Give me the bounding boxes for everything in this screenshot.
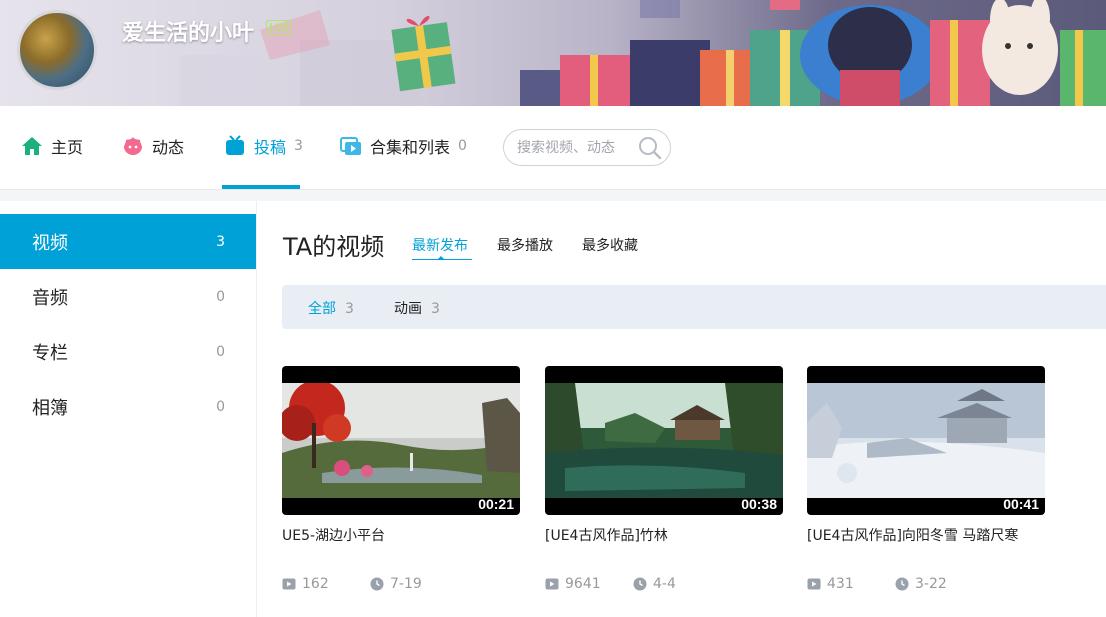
- nav-collections-count: 0: [458, 138, 467, 154]
- filter-animation[interactable]: 动画 3: [394, 298, 440, 318]
- sidebar-item-video[interactable]: 视频 3: [0, 214, 256, 269]
- play-count: 162: [282, 576, 370, 592]
- video-card: 00:21 UE5-湖边小平台 162 7-19: [282, 366, 520, 592]
- sidebar-item-count: 0: [216, 398, 225, 415]
- collection-icon: [340, 135, 362, 157]
- video-card: 00:41 [UE4古风作品]向阳冬雪 马踏尺寒 431 3-22: [807, 366, 1045, 592]
- video-duration: 00:38: [741, 496, 777, 512]
- play-count-icon: [545, 578, 559, 590]
- nav-active-indicator: [222, 185, 300, 189]
- sidebar-item-label: 相簿: [32, 397, 68, 419]
- profile-banner: 爱生活的小叶 LV2: [0, 0, 1106, 106]
- search-input[interactable]: [517, 138, 637, 158]
- publish-date: 3-22: [895, 576, 947, 592]
- publish-date: 4-4: [633, 576, 676, 592]
- filter-label: 动画: [394, 301, 422, 317]
- publish-date: 7-19: [370, 576, 422, 592]
- user-avatar[interactable]: [17, 10, 97, 90]
- play-count-icon: [282, 578, 296, 590]
- username[interactable]: 爱生活的小叶: [122, 15, 254, 47]
- sort-tab-most-favorited[interactable]: 最多收藏: [582, 235, 638, 255]
- sidebar-item-articles[interactable]: 专栏 0: [0, 324, 256, 379]
- nav-dynamic-label: 动态: [152, 138, 185, 157]
- thumbnail-image: [807, 383, 1045, 498]
- home-icon: [21, 135, 43, 157]
- sort-caret-icon: [437, 256, 445, 260]
- video-title[interactable]: [UE4古风作品]向阳冬雪 马踏尺寒: [807, 525, 1045, 545]
- publish-date-value: 7-19: [390, 576, 422, 592]
- video-duration: 00:21: [478, 496, 514, 512]
- play-count: 431: [807, 576, 895, 592]
- play-count-value: 9641: [565, 576, 601, 592]
- video-meta: 9641 4-4: [545, 576, 783, 592]
- video-card: 00:38 [UE4古风作品]竹林 9641 4-4: [545, 366, 783, 592]
- nav-uploads[interactable]: 投稿 3: [224, 132, 303, 160]
- sidebar-item-label: 专栏: [32, 342, 68, 364]
- play-count: 9641: [545, 576, 633, 592]
- publish-date-value: 4-4: [653, 576, 676, 592]
- nav-home[interactable]: 主页: [21, 132, 83, 160]
- thumbnail-image: [282, 383, 520, 498]
- nav-dynamic[interactable]: 动态: [122, 132, 184, 160]
- nav-home-label: 主页: [51, 138, 84, 157]
- section-divider: [0, 190, 1106, 201]
- filter-count: 3: [431, 301, 440, 317]
- video-title[interactable]: [UE4古风作品]竹林: [545, 525, 783, 545]
- play-count-value: 162: [302, 576, 329, 592]
- video-title[interactable]: UE5-湖边小平台: [282, 525, 520, 545]
- play-count-value: 431: [827, 576, 854, 592]
- sidebar-item-label: 视频: [32, 232, 68, 254]
- clock-icon: [895, 577, 909, 591]
- nav-collections-label: 合集和列表: [370, 138, 451, 157]
- filter-count: 3: [345, 301, 354, 317]
- nav-uploads-label: 投稿: [254, 138, 287, 157]
- sidebar-item-count: 3: [216, 233, 225, 250]
- profile-nav: 主页 动态 投稿 3 合集和列表 0: [0, 106, 1106, 190]
- sidebar-item-count: 0: [216, 288, 225, 305]
- video-thumbnail[interactable]: 00:38: [545, 366, 783, 515]
- clock-icon: [370, 577, 384, 591]
- upload-tv-icon: [224, 135, 246, 157]
- video-thumbnail[interactable]: 00:41: [807, 366, 1045, 515]
- category-filter-bar: 全部 3 动画 3: [282, 285, 1106, 329]
- sidebar-item-count: 0: [216, 343, 225, 360]
- dynamic-icon: [122, 135, 144, 157]
- sidebar-item-albums[interactable]: 相簿 0: [0, 379, 256, 434]
- search-icon[interactable]: [638, 136, 662, 160]
- publish-date-value: 3-22: [915, 576, 947, 592]
- clock-icon: [633, 577, 647, 591]
- content-type-sidebar: 视频 3 音频 0 专栏 0 相簿 0: [0, 201, 257, 617]
- sidebar-item-audio[interactable]: 音频 0: [0, 269, 256, 324]
- search-box: [503, 129, 671, 166]
- video-duration: 00:41: [1003, 496, 1039, 512]
- level-badge: LV2: [266, 20, 292, 36]
- sort-tab-newest[interactable]: 最新发布: [412, 235, 468, 255]
- thumbnail-image: [545, 383, 783, 498]
- nav-uploads-count: 3: [294, 138, 303, 154]
- video-meta: 162 7-19: [282, 576, 520, 592]
- nav-collections[interactable]: 合集和列表 0: [340, 132, 467, 160]
- sort-tab-most-played[interactable]: 最多播放: [497, 235, 553, 255]
- video-thumbnail[interactable]: 00:21: [282, 366, 520, 515]
- filter-all[interactable]: 全部 3: [308, 298, 354, 318]
- filter-label: 全部: [308, 301, 336, 317]
- section-title: TA的视频: [283, 233, 385, 261]
- video-meta: 431 3-22: [807, 576, 1045, 592]
- play-count-icon: [807, 578, 821, 590]
- sidebar-item-label: 音频: [32, 287, 68, 309]
